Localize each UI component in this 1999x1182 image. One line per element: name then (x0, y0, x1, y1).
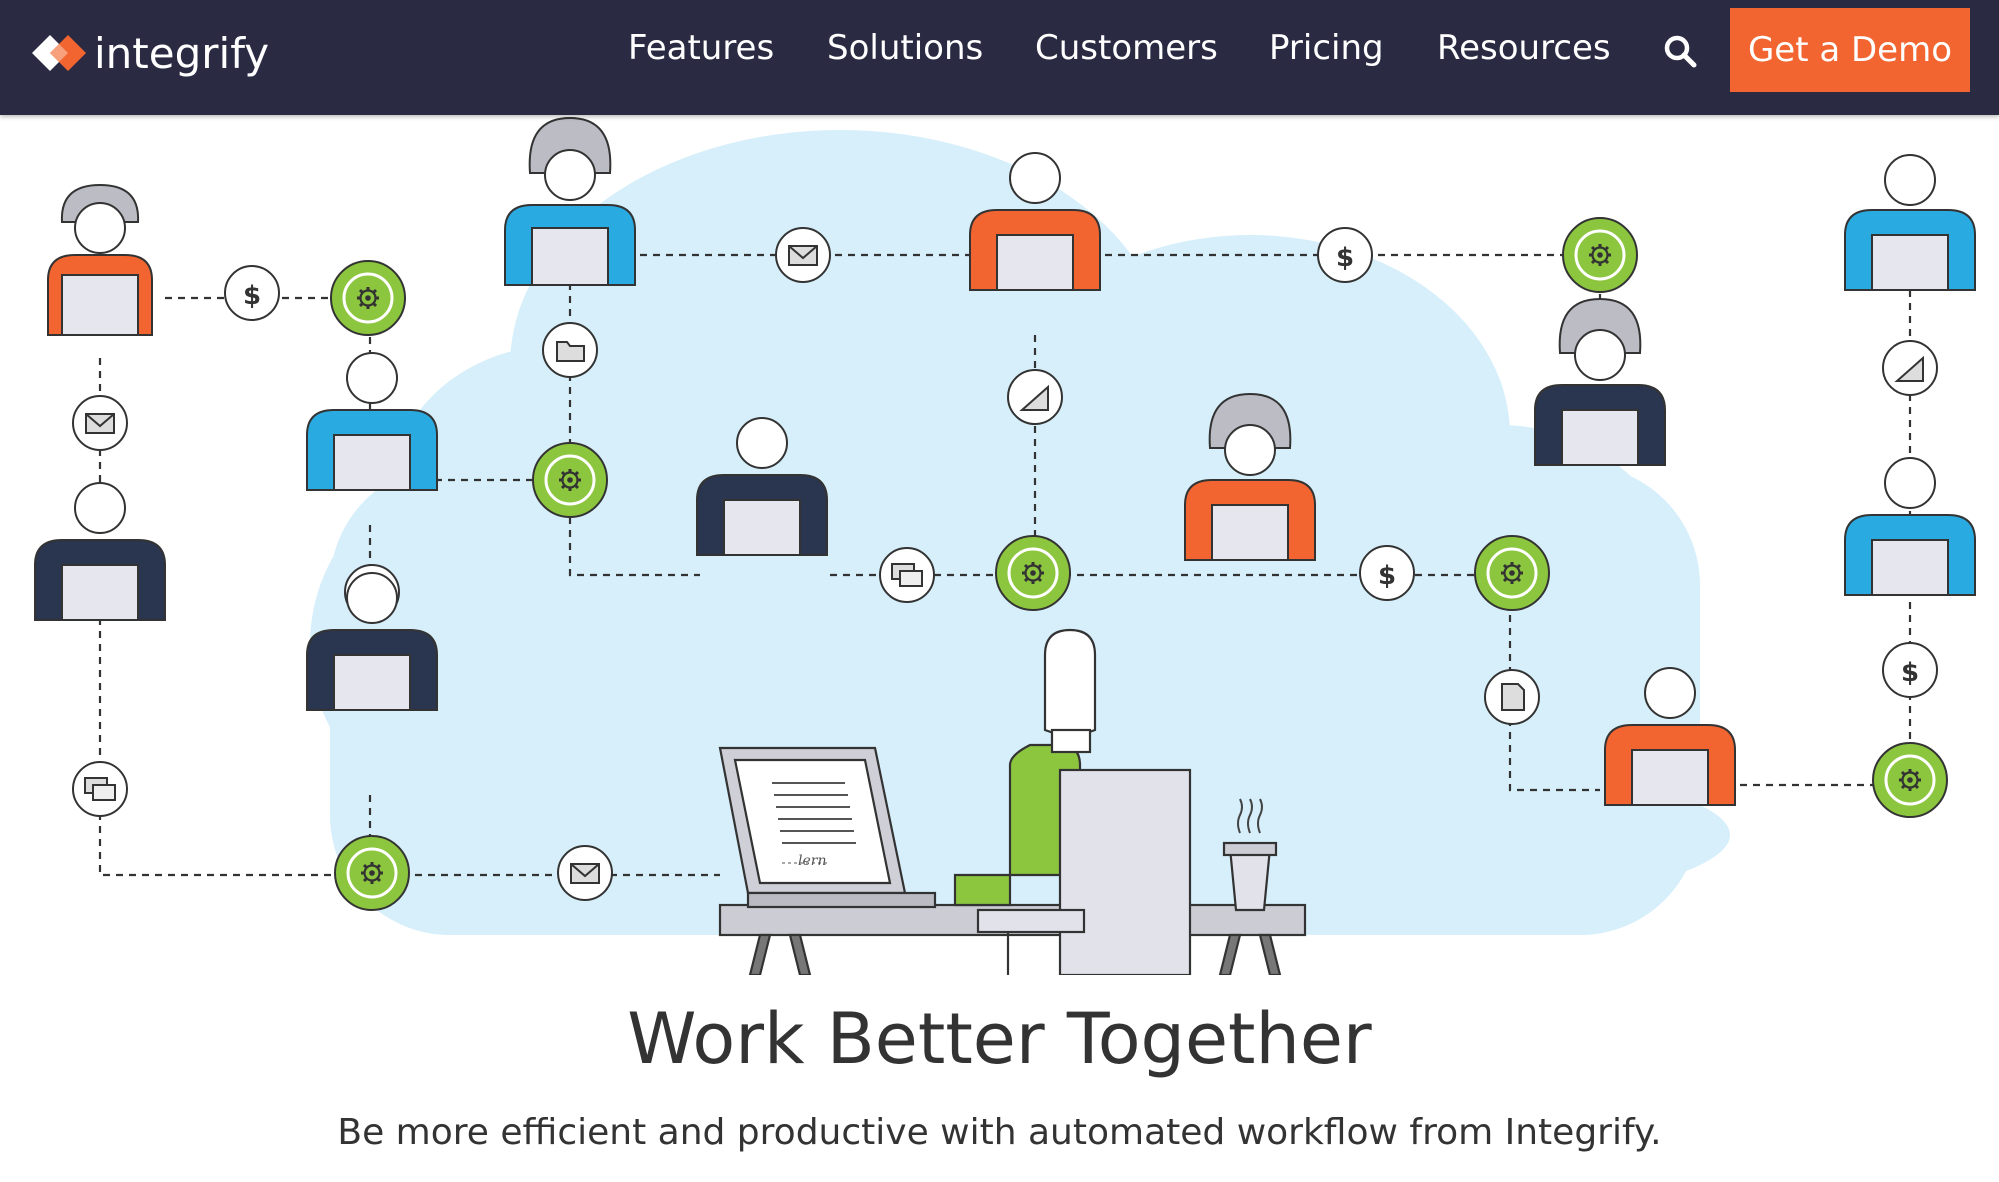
dollar-icon: $ (1359, 545, 1415, 601)
person-icon (1844, 154, 1976, 291)
dollar-icon: $ (224, 265, 280, 321)
nav-pricing[interactable]: Pricing (1269, 28, 1384, 68)
chart-icon (1007, 369, 1063, 425)
person-icon (47, 183, 153, 336)
process-gear-icon (532, 442, 608, 518)
hero-title: Work Better Together (627, 998, 1372, 1080)
process-gear-icon (995, 535, 1071, 611)
envelope-icon (72, 395, 128, 451)
dollar-icon: $ (1882, 642, 1938, 698)
integrify-logo[interactable]: integrify (30, 28, 269, 78)
svg-text:lern: lern (798, 853, 826, 869)
get-a-demo-button[interactable]: Get a Demo (1730, 8, 1970, 92)
workflow-illustration: $ $ $ $ lern (34, 116, 1976, 975)
svg-text:$: $ (1378, 561, 1396, 591)
top-navigation: integrify Features Solutions Customers P… (0, 0, 1999, 115)
hero-subtitle: Be more efficient and productive with au… (337, 1112, 1662, 1153)
nav-solutions[interactable]: Solutions (827, 28, 983, 68)
person-icon (34, 482, 166, 621)
envelope-icon (557, 845, 613, 901)
chat-icon (72, 761, 128, 817)
search-icon[interactable] (1662, 33, 1698, 69)
process-gear-icon (330, 260, 406, 336)
chat-icon (879, 547, 935, 603)
process-gear-icon (1474, 535, 1550, 611)
process-gear-icon (334, 835, 410, 911)
process-gear-icon (1872, 742, 1948, 818)
nav-customers[interactable]: Customers (1035, 28, 1218, 68)
chart-icon (1882, 340, 1938, 396)
folder-icon (542, 322, 598, 378)
svg-text:$: $ (1336, 243, 1354, 273)
process-gear-icon (1562, 217, 1638, 293)
brand-name: integrify (94, 28, 270, 78)
person-icon (1534, 297, 1666, 466)
document-icon (1484, 669, 1540, 725)
dollar-icon: $ (1317, 227, 1373, 283)
envelope-icon (775, 227, 831, 283)
nav-features[interactable]: Features (628, 28, 774, 68)
person-icon (1844, 457, 1976, 596)
nav-resources[interactable]: Resources (1437, 28, 1611, 68)
logo-diamond-icon (32, 35, 86, 71)
svg-text:$: $ (243, 281, 261, 311)
person-icon (306, 352, 438, 491)
svg-text:$: $ (1901, 658, 1919, 688)
